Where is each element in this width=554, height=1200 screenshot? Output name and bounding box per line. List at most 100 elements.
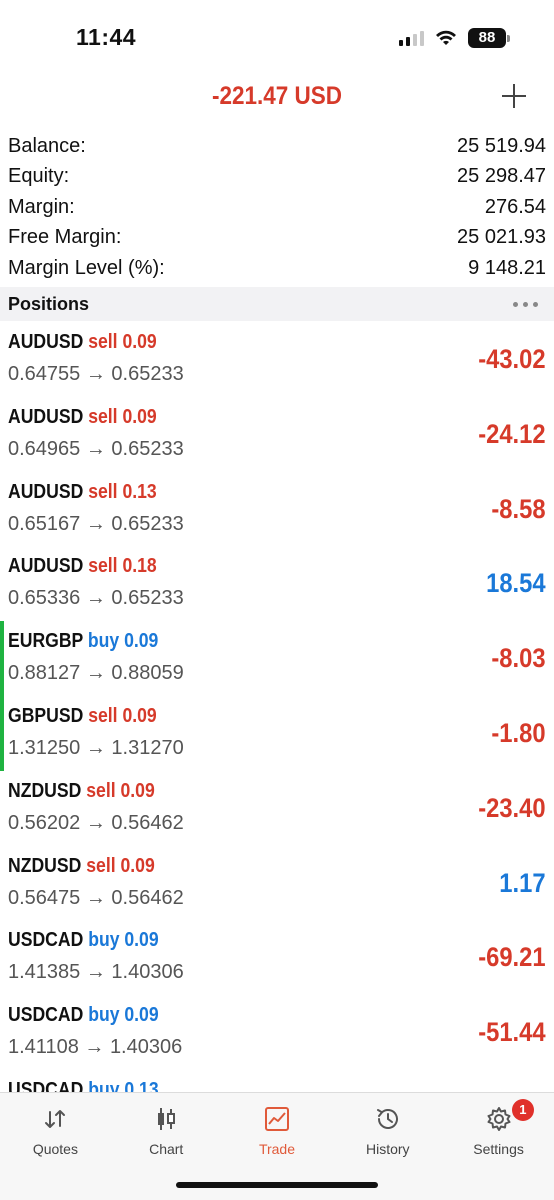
position-side: sell	[86, 854, 116, 877]
summary-balance: Balance: 25 519.94	[0, 131, 554, 162]
position-volume: 0.13	[122, 480, 157, 503]
tab-label: History	[366, 1141, 410, 1157]
position-volume: 0.09	[124, 630, 159, 653]
open-price: 0.64965	[8, 437, 81, 460]
summary-label: Margin:	[8, 195, 75, 218]
position-row[interactable]: AUDUSD sell 0.18 0.65336 → 0.65233 18.54	[0, 546, 554, 621]
summary-free-margin: Free Margin: 25 021.93	[0, 223, 554, 254]
position-row[interactable]: USDCAD buy 0.13	[0, 1070, 554, 1092]
position-row[interactable]: EURGBP buy 0.09 0.88127 → 0.88059 -8.03	[0, 621, 554, 696]
summary-margin: Margin: 276.54	[0, 192, 554, 223]
summary-value: 276.54	[484, 195, 546, 218]
position-row[interactable]: USDCAD buy 0.09 1.41108 → 1.40306 -51.44	[0, 995, 554, 1070]
add-order-button[interactable]	[500, 82, 528, 110]
position-row[interactable]: NZDUSD sell 0.09 0.56202 → 0.56462 -23.40	[0, 771, 554, 846]
position-symbol: USDCAD	[8, 929, 84, 952]
summary-value: 25 021.93	[457, 226, 546, 249]
status-icons: 88	[399, 27, 510, 49]
position-side: sell	[88, 405, 118, 428]
current-price: 0.56462	[111, 886, 184, 909]
position-side: buy	[87, 630, 120, 653]
position-side: buy	[88, 929, 120, 952]
position-row[interactable]: AUDUSD sell 0.09 0.64965 → 0.65233 -24.12	[0, 397, 554, 472]
position-symbol: GBPUSD	[8, 704, 84, 727]
summary-equity: Equity: 25 298.47	[0, 162, 554, 193]
positions-list[interactable]: AUDUSD sell 0.09 0.64755 → 0.65233 -43.02 A…	[0, 322, 554, 1092]
position-profit: -69.21	[478, 942, 546, 973]
position-row[interactable]: AUDUSD sell 0.13 0.65167 → 0.65233 -8.58	[0, 472, 554, 547]
position-profit: -24.12	[478, 418, 546, 449]
position-row[interactable]: NZDUSD sell 0.09 0.56475 → 0.56462 1.17	[0, 846, 554, 921]
position-row[interactable]: GBPUSD sell 0.09 1.31250 → 1.31270 -1.80	[0, 695, 554, 771]
position-volume: 0.09	[120, 854, 155, 877]
current-price: 0.88059	[111, 662, 184, 685]
summary-label: Balance:	[8, 134, 86, 157]
summary-label: Equity:	[8, 165, 70, 188]
position-volume: 0.13	[124, 1078, 159, 1092]
open-price: 1.41108	[8, 1036, 79, 1059]
position-row[interactable]: AUDUSD sell 0.09 0.64755 → 0.65233 -43.02	[0, 322, 554, 397]
tab-label: Quotes	[32, 1141, 78, 1157]
trade-header: -221.47 USD	[0, 72, 554, 124]
tab-label: Chart	[149, 1141, 184, 1157]
summary-label: Margin Level (%):	[8, 256, 165, 279]
arrow-right-icon: →	[80, 736, 112, 759]
positions-title: Positions	[8, 293, 90, 314]
position-prices: 0.56475 → 0.56462	[8, 887, 184, 910]
tab-quotes[interactable]: Quotes	[0, 1093, 111, 1163]
position-marker	[0, 621, 4, 696]
position-profit: -8.03	[491, 643, 546, 674]
position-side: sell	[88, 704, 118, 727]
current-price: 0.65233	[111, 363, 184, 385]
position-volume: 0.09	[124, 929, 159, 952]
more-options-icon[interactable]	[513, 301, 538, 307]
position-volume: 0.09	[122, 331, 157, 353]
tab-label: Settings	[473, 1141, 524, 1157]
position-title: USDCAD buy 0.09	[8, 1004, 159, 1027]
position-volume: 0.09	[122, 704, 157, 727]
arrow-right-icon: →	[80, 662, 112, 685]
summary-value: 25 519.94	[457, 134, 546, 157]
position-prices: 0.64965 → 0.65233	[8, 438, 184, 461]
signal-icon	[399, 30, 424, 46]
open-price: 0.56475	[8, 886, 81, 909]
position-prices: 0.65167 → 0.65233	[8, 513, 184, 536]
tab-trade[interactable]: Trade	[222, 1093, 333, 1163]
position-side: sell	[88, 331, 118, 353]
position-profit: -8.58	[491, 493, 546, 524]
position-profit: 1.17	[499, 867, 546, 898]
history-clock-icon	[376, 1109, 398, 1129]
tab-settings[interactable]: 1 Settings	[443, 1093, 554, 1163]
position-title: EURGBP buy 0.09	[8, 630, 158, 653]
position-symbol: EURGBP	[8, 630, 83, 653]
open-price: 0.65336	[8, 587, 81, 610]
position-symbol: AUDUSD	[8, 405, 84, 428]
account-summary: Balance: 25 519.94 Equity: 25 298.47 Mar…	[0, 131, 554, 284]
position-prices: 1.31250 → 1.31270	[8, 737, 184, 760]
current-price: 0.65233	[111, 512, 184, 535]
current-price: 1.40306	[111, 961, 184, 984]
current-price: 0.65233	[111, 587, 184, 610]
open-price: 0.56202	[8, 811, 81, 834]
position-profit: -1.80	[491, 717, 546, 748]
tab-history[interactable]: History	[332, 1093, 443, 1163]
position-profit: -43.02	[478, 344, 546, 374]
position-row[interactable]: USDCAD buy 0.09 1.41385 → 1.40306 -69.21	[0, 920, 554, 995]
position-profit: 18.54	[486, 568, 546, 599]
open-price: 0.64755	[8, 363, 81, 385]
tab-chart[interactable]: Chart	[111, 1093, 222, 1163]
current-price: 0.65233	[111, 437, 184, 460]
arrow-right-icon: →	[80, 886, 112, 909]
arrow-right-icon: →	[78, 1036, 110, 1059]
position-marker	[0, 695, 4, 771]
arrow-right-icon: →	[80, 587, 112, 610]
position-symbol: USDCAD	[8, 1078, 84, 1092]
position-prices: 0.65336 → 0.65233	[8, 587, 184, 610]
positions-section-header: Positions	[0, 287, 554, 321]
position-side: buy	[88, 1078, 120, 1092]
position-prices: 1.41385 → 1.40306	[8, 961, 184, 984]
position-prices: 0.64755 → 0.65233	[8, 363, 184, 386]
open-price: 0.65167	[8, 512, 81, 535]
quotes-arrows-icon	[45, 1110, 66, 1128]
trade-chart-icon	[264, 1107, 289, 1131]
